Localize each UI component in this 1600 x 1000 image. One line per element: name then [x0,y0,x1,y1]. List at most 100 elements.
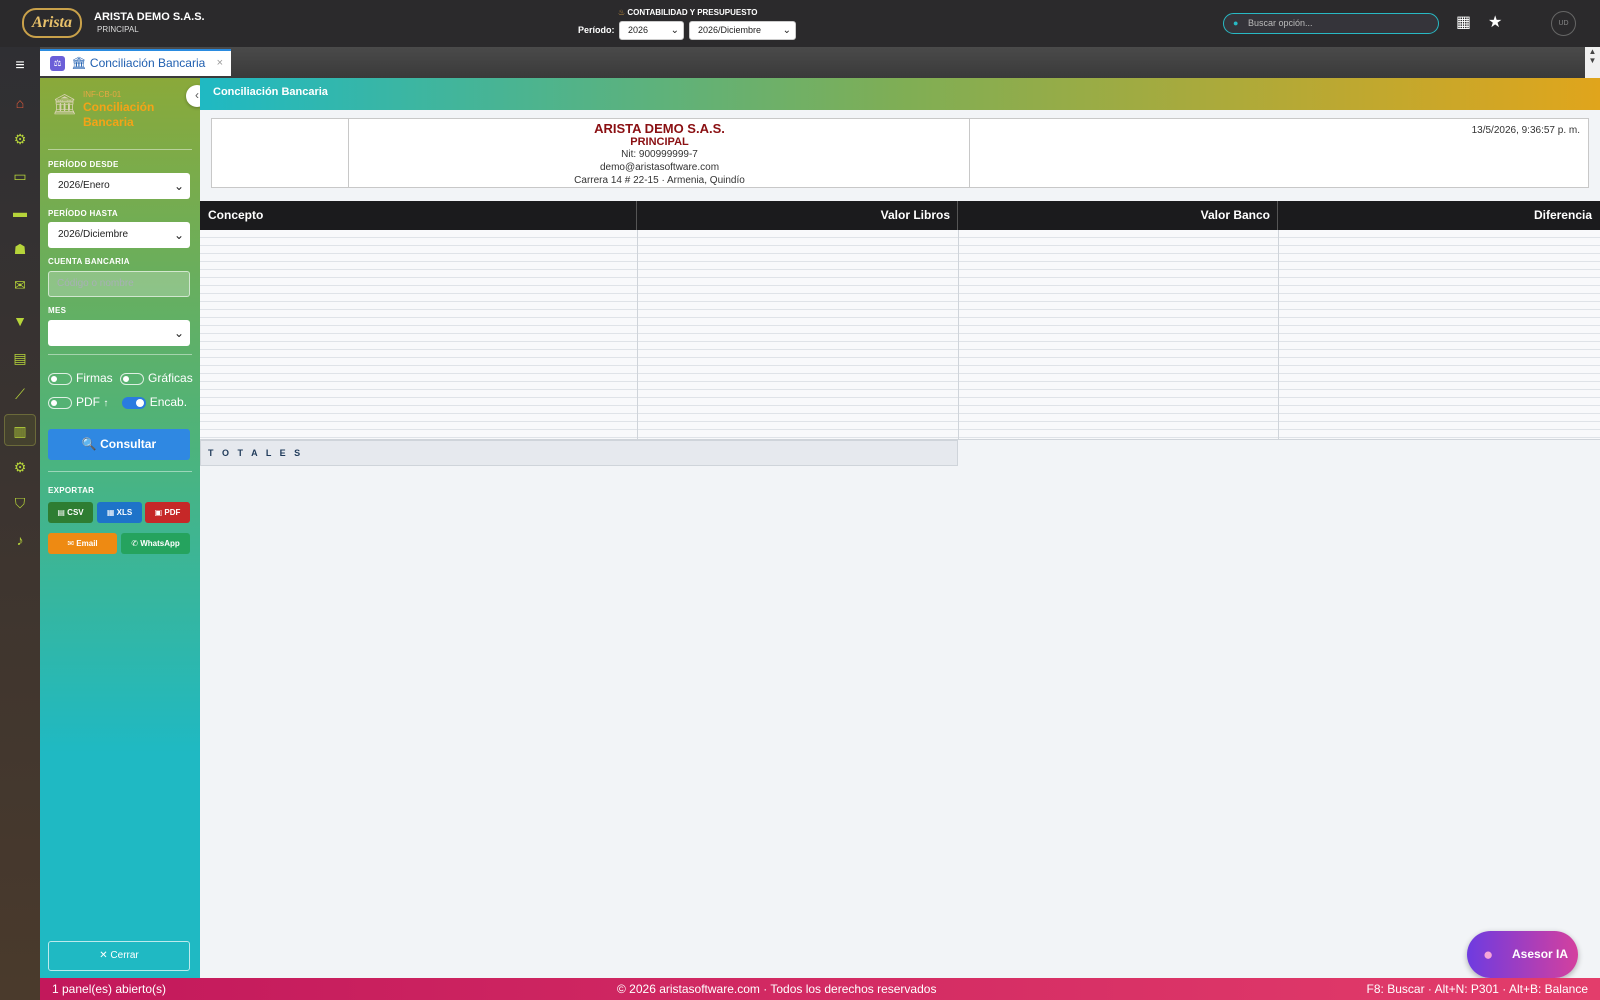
firmas-label: Firmas [76,371,113,385]
folder-open-icon[interactable]: ▭ [4,160,36,192]
copyright: © 2026 aristasoftware.com · Todos los de… [617,982,937,996]
content-header: Conciliación Bancaria [200,78,1600,110]
top-bar: Arista ARISTA DEMO S.A.S. PRINCIPAL ♨ CO… [0,0,1600,47]
column-header-valor-libros[interactable]: Valor Libros [637,201,958,230]
search-icon: 🔍 [81,437,97,451]
report-address: Carrera 14 # 22-15 · Armenia, Quindío [574,175,745,186]
envelope-icon[interactable]: ✉ [4,269,36,301]
period-month-select[interactable]: 2026/Diciembre ⌄ [689,21,796,40]
grid-apps-icon[interactable]: ▦ [1456,12,1471,32]
send-email-button[interactable]: ✉ Email [48,533,117,554]
avatar[interactable]: UD [1551,11,1576,36]
report-logo-cell [212,119,349,187]
module-icon: ♨ [618,8,626,17]
export-xls-button[interactable]: ▦ XLS [97,502,142,523]
cerrar-button[interactable]: ✕ Cerrar [48,941,190,971]
cuenta-bancaria-label: CUENTA BANCARIA [48,257,130,266]
shield-icon[interactable]: ⛉ [4,487,36,519]
star-icon[interactable]: ★ [1488,12,1502,32]
pdf-toggle[interactable] [48,396,72,409]
cogs-icon[interactable]: ⚙ [4,123,36,155]
cuenta-bancaria-input[interactable]: Código o nombre [48,271,190,297]
sheet-icon: ▦ [106,508,115,517]
module-badge-icon: ⚖ [50,56,65,72]
folder-plus-icon[interactable]: ▬ [4,196,36,228]
filter-icon[interactable]: ▼ [4,305,36,337]
divider [48,354,192,355]
chevron-down-icon: ⌄ [173,179,184,193]
toggle-row-2: PDF ↑ Encab. [48,395,187,409]
home-icon[interactable]: ⌂ [4,87,36,119]
periodo-desde-label: PERÍODO DESDE [48,160,119,169]
file-icon[interactable]: ▤ [4,342,36,374]
divider [48,471,192,472]
company-name: ARISTA DEMO S.A.S. [94,11,205,23]
icon-rail: ≡ ⌂ ⚙ ▭ ▬ ☗ ✉ ▼ ▤ ⟋ ▥ ⚙ ⛉ ♪ [0,47,40,1000]
report-datetime: 13/5/2026, 9:36:57 p. m. [1471,125,1580,136]
pdf-icon: ▣ [154,508,163,517]
search-icon: ● [1233,18,1239,28]
export-csv-button[interactable]: ▤ CSV [48,502,93,523]
users-icon[interactable]: ☗ [4,233,36,265]
filter-panel: 🏛 INF-CB-01 Conciliación Bancaria PERÍOD… [40,78,200,978]
whatsapp-icon: ✆ [131,539,138,548]
encab-toggle[interactable] [121,396,146,409]
tab-scroll-buttons[interactable]: ▲ ▼ [1585,47,1600,78]
send-whatsapp-button[interactable]: ✆ WhatsApp [121,533,190,554]
asesor-ia-button[interactable]: ● Asesor IA [1467,931,1578,978]
cogs-icon[interactable]: ⚙ [4,451,36,483]
export-pdf-button[interactable]: ▣ PDF [145,502,190,523]
close-icon: ✕ [99,950,108,961]
report-content: Conciliación Bancaria ARISTA DEMO S.A.S.… [200,78,1600,978]
bell-icon[interactable]: ♪ [4,524,36,556]
chevron-left-icon: ‹ [195,88,199,102]
mes-select[interactable]: ⌄ [48,320,190,346]
arrow-up-icon: ↑ [103,398,109,409]
graficas-label: Gráficas [148,371,193,385]
totals-row: T O T A L E S [200,440,958,466]
graficas-toggle[interactable] [120,372,145,385]
close-icon[interactable]: × [217,51,223,76]
open-panels-count: 1 panel(es) abierto(s) [52,982,167,996]
arista-logo[interactable]: Arista [22,8,82,38]
divider [48,149,192,150]
pdf-toggle-label: PDF [76,395,100,409]
bar-chart-icon[interactable]: ▥ [4,414,36,446]
periodo-hasta-select[interactable]: 2026/Diciembre ⌄ [48,222,190,248]
period-label: Período: [578,25,615,35]
column-header-valor-banco[interactable]: Valor Banco [958,201,1278,230]
firmas-toggle[interactable] [48,372,72,385]
column-divider [958,230,959,440]
period-year-select[interactable]: 2026 ⌄ [619,21,684,40]
module-title: ♨ CONTABILIDAD Y PRESUPUESTO [618,8,758,17]
company-branch: PRINCIPAL [97,25,139,34]
bank-icon: 🏛 [71,56,87,70]
column-header-diferencia[interactable]: Diferencia [1278,201,1600,230]
search-input[interactable]: ● Buscar opción... [1223,13,1439,34]
column-header-concepto[interactable]: Concepto [200,201,637,230]
bank-icon: 🏛 [52,94,78,116]
report-code: INF-CB-01 [83,90,122,99]
report-header: ARISTA DEMO S.A.S. PRINCIPAL Nit: 900999… [211,118,1589,188]
periodo-hasta-label: PERÍODO HASTA [48,209,118,218]
tab-conciliacion-bancaria[interactable]: ⚖ 🏛 Conciliación Bancaria × [40,49,231,76]
exportar-label: EXPORTAR [48,486,95,495]
panel-title: Conciliación Bancaria [83,100,155,129]
column-divider [1278,230,1279,440]
periodo-desde-select[interactable]: 2026/Enero ⌄ [48,173,190,199]
encab-label: Encab. [149,395,188,409]
menu-icon[interactable]: ≡ [4,50,36,82]
file-icon: ▤ [57,508,65,517]
grid-body-empty [200,230,1600,440]
toggle-row-1: Firmas Gráficas [48,371,193,385]
report-company-name: ARISTA DEMO S.A.S. [594,121,725,136]
column-divider [637,230,638,440]
report-company-block: ARISTA DEMO S.A.S. PRINCIPAL Nit: 900999… [349,119,970,187]
consultar-button[interactable]: 🔍 Consultar [48,429,190,460]
chevron-down-icon: ⌄ [670,25,679,36]
tab-bar: ⚖ 🏛 Conciliación Bancaria × [40,47,1600,78]
report-nit: Nit: 900999999-7 [621,149,698,160]
chevron-down-icon: ⌄ [173,228,184,242]
line-chart-icon[interactable]: ⟋ [4,378,36,410]
status-footer: 1 panel(es) abierto(s) © 2026 aristasoft… [40,978,1600,1000]
